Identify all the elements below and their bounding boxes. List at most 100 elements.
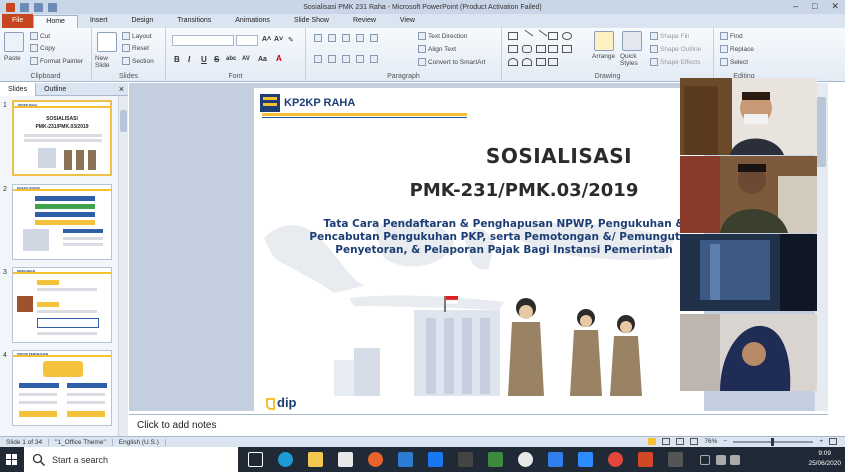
tab-review[interactable]: Review bbox=[341, 15, 388, 28]
scrollbar-thumb[interactable] bbox=[817, 97, 826, 167]
new-slide-button[interactable]: New Slide bbox=[95, 55, 121, 69]
video-tile-4[interactable] bbox=[680, 314, 817, 391]
reading-view-icon[interactable] bbox=[676, 438, 685, 445]
new-slide-icon[interactable] bbox=[97, 32, 117, 52]
slide-title[interactable]: SOSIALISASI bbox=[419, 144, 699, 168]
strikethrough-button[interactable]: S bbox=[214, 55, 219, 64]
align-text-button[interactable]: Align Text bbox=[418, 45, 456, 53]
slide-thumbnail-3[interactable]: 3 KEWAJIBAN bbox=[0, 267, 118, 345]
replace-button[interactable]: Replace bbox=[720, 45, 754, 53]
task-view-icon[interactable] bbox=[248, 452, 263, 467]
zoom-out-icon[interactable]: − bbox=[723, 438, 727, 445]
zoom-level[interactable]: 76% bbox=[704, 438, 717, 445]
tab-slide-show[interactable]: Slide Show bbox=[282, 15, 341, 28]
slide-description[interactable]: Tata Cara Pendaftaran & Penghapusan NPWP… bbox=[309, 218, 699, 257]
undo-icon[interactable] bbox=[34, 2, 43, 12]
video-tile-2[interactable] bbox=[680, 156, 817, 233]
powerpoint-taskbar-icon[interactable] bbox=[638, 452, 653, 467]
shadow-button[interactable]: abc bbox=[226, 56, 236, 62]
slides-pane-scrollbar[interactable] bbox=[118, 96, 128, 436]
chrome-icon[interactable] bbox=[518, 452, 533, 467]
tab-outline[interactable]: Outline bbox=[36, 83, 74, 96]
facebook-icon[interactable] bbox=[428, 452, 443, 467]
video-tile-1[interactable] bbox=[680, 78, 817, 155]
shape-outline-button[interactable]: Shape Outline bbox=[650, 45, 701, 53]
shape-fill-button[interactable]: Shape Fill bbox=[650, 32, 689, 40]
zoom-slider-thumb[interactable] bbox=[771, 437, 775, 446]
edge-icon[interactable] bbox=[278, 452, 293, 467]
cut-button[interactable]: Cut bbox=[30, 32, 50, 40]
font-name-combo[interactable] bbox=[172, 35, 234, 46]
save-icon[interactable] bbox=[20, 2, 29, 12]
shrink-font-button[interactable]: A˅ bbox=[274, 36, 283, 43]
fit-slide-icon[interactable] bbox=[829, 438, 837, 445]
slide-thumbnail-4[interactable]: 4 POKOK PERUBAHAN bbox=[0, 350, 118, 428]
copy-button[interactable]: Copy bbox=[30, 44, 55, 52]
tab-insert[interactable]: Insert bbox=[78, 15, 120, 28]
arrange-icon[interactable] bbox=[594, 31, 614, 51]
font-color-icon[interactable]: A bbox=[276, 54, 282, 63]
redo-icon[interactable] bbox=[48, 2, 57, 12]
clock[interactable]: 9:09 25/06/2020 bbox=[808, 449, 841, 469]
clear-format-icon[interactable]: ✎ bbox=[288, 36, 294, 44]
font-size-combo[interactable] bbox=[236, 35, 258, 46]
reset-button[interactable]: Reset bbox=[122, 44, 149, 52]
notes-placeholder[interactable]: Click to add notes bbox=[137, 420, 217, 431]
scrollbar-thumb[interactable] bbox=[120, 110, 127, 132]
slide-canvas[interactable]: KP2KP RAHA SOSIALISASI PMK-231/PMK.03/20… bbox=[254, 88, 704, 413]
quick-styles-icon[interactable] bbox=[622, 31, 642, 51]
bold-button[interactable]: B bbox=[174, 55, 180, 64]
app-icon[interactable] bbox=[488, 452, 503, 467]
close-button[interactable]: ✕ bbox=[831, 1, 839, 12]
grow-font-button[interactable]: A˄ bbox=[262, 36, 271, 43]
tab-file[interactable]: File bbox=[2, 14, 34, 28]
paste-button[interactable]: Paste bbox=[4, 55, 21, 62]
slide-thumbnail-2[interactable]: 2 DASAR HUKUM bbox=[0, 184, 118, 262]
store-icon[interactable] bbox=[338, 452, 353, 467]
tab-home[interactable]: Home bbox=[33, 15, 78, 28]
section-button[interactable]: Section bbox=[122, 57, 154, 65]
taskbar-search[interactable]: Start a search bbox=[24, 447, 238, 472]
shape-effects-button[interactable]: Shape Effects bbox=[650, 58, 700, 66]
slide-subtitle[interactable]: PMK-231/PMK.03/2019 bbox=[344, 180, 704, 201]
select-button[interactable]: Select bbox=[720, 58, 748, 66]
tray-chevron-icon[interactable] bbox=[700, 455, 710, 465]
format-painter-button[interactable]: Format Painter bbox=[30, 57, 83, 65]
app-icon[interactable] bbox=[458, 452, 473, 467]
slide-thumbnail-1[interactable]: 1 KP2KP RAHA SOSIALISASI PMK-231/PMK.03/… bbox=[0, 100, 118, 178]
slide-sorter-icon[interactable] bbox=[662, 438, 671, 445]
align-buttons[interactable] bbox=[314, 55, 378, 63]
language-indicator[interactable]: English (U.S.) bbox=[113, 438, 166, 446]
change-case-button[interactable]: Aa bbox=[258, 56, 267, 63]
minimize-button[interactable]: – bbox=[793, 1, 798, 12]
notes-pane[interactable]: Click to add notes bbox=[129, 414, 828, 436]
italic-button[interactable]: I bbox=[188, 55, 190, 64]
zoom-app-icon[interactable] bbox=[578, 452, 593, 467]
zoom-in-icon[interactable]: + bbox=[819, 438, 823, 445]
tab-view[interactable]: View bbox=[388, 15, 427, 28]
start-button[interactable] bbox=[0, 447, 24, 472]
tab-slides[interactable]: Slides bbox=[0, 82, 37, 96]
paste-icon[interactable] bbox=[4, 32, 24, 52]
chrome-icon[interactable] bbox=[608, 452, 623, 467]
file-explorer-icon[interactable] bbox=[308, 452, 323, 467]
app-icon[interactable] bbox=[668, 452, 683, 467]
tab-design[interactable]: Design bbox=[119, 15, 165, 28]
list-buttons[interactable] bbox=[314, 34, 378, 42]
mail-icon[interactable] bbox=[398, 452, 413, 467]
maximize-button[interactable]: □ bbox=[812, 1, 817, 12]
video-tile-3[interactable] bbox=[680, 234, 817, 311]
volume-icon[interactable] bbox=[730, 455, 740, 465]
quick-styles-button[interactable]: Quick Styles bbox=[620, 53, 646, 67]
slideshow-icon[interactable] bbox=[690, 438, 699, 445]
underline-button[interactable]: U bbox=[201, 55, 207, 64]
char-spacing-button[interactable]: AV bbox=[242, 56, 250, 62]
smartart-button[interactable]: Convert to SmartArt bbox=[418, 58, 485, 66]
tab-animations[interactable]: Animations bbox=[223, 15, 282, 28]
zoom-slider[interactable] bbox=[733, 437, 814, 446]
text-direction-button[interactable]: Text Direction bbox=[418, 32, 467, 40]
tab-transitions[interactable]: Transitions bbox=[165, 15, 223, 28]
network-icon[interactable] bbox=[716, 455, 726, 465]
vscode-icon[interactable] bbox=[548, 452, 563, 467]
find-button[interactable]: Find bbox=[720, 32, 743, 40]
